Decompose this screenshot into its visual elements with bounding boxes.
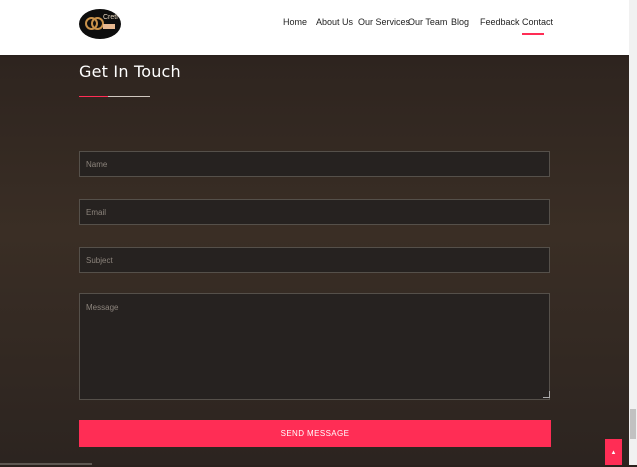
active-nav-indicator — [522, 33, 544, 35]
nav-our-team[interactable]: Our Team — [408, 17, 447, 27]
resize-handle-icon[interactable] — [543, 391, 550, 398]
nav-home[interactable]: Home — [283, 17, 307, 27]
message-field[interactable] — [79, 293, 550, 400]
nav-contact[interactable]: Contact — [522, 17, 553, 27]
brand-logo[interactable]: Creti — [79, 9, 121, 39]
logo-text: Creti — [103, 14, 118, 21]
nav-blog[interactable]: Blog — [451, 17, 469, 27]
title-underline-accent — [79, 96, 108, 97]
arrow-up-icon: ▲ — [610, 450, 617, 456]
nav-feedback[interactable]: Feedback — [480, 17, 520, 27]
section-title: Get In Touch — [79, 62, 181, 81]
top-navbar: Creti Home About Us Our Services Our Tea… — [0, 0, 629, 55]
subject-field[interactable] — [79, 247, 550, 273]
logo-bar — [103, 24, 115, 29]
send-message-button[interactable]: SEND MESSAGE — [79, 420, 551, 447]
title-underline — [108, 96, 150, 97]
page-scrollbar[interactable] — [629, 0, 637, 465]
email-field[interactable] — [79, 199, 550, 225]
scrollbar-thumb[interactable] — [630, 409, 636, 439]
scroll-to-top-button[interactable]: ▲ — [605, 439, 622, 465]
nav-our-services[interactable]: Our Services — [358, 17, 410, 27]
name-field[interactable] — [79, 151, 550, 177]
nav-about-us[interactable]: About Us — [316, 17, 353, 27]
